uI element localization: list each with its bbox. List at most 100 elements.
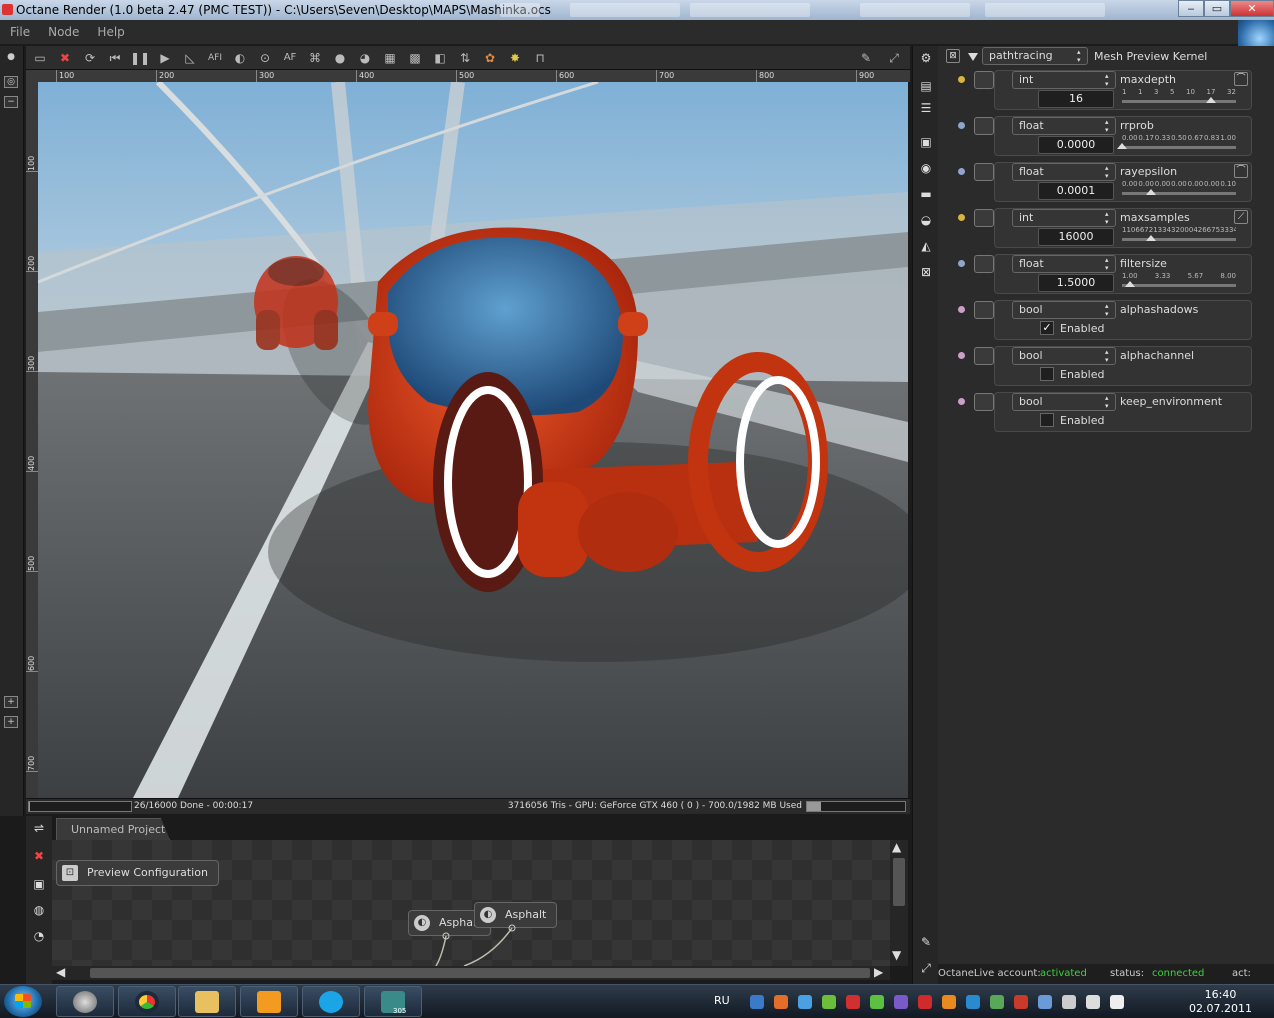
system-clock[interactable]: 16:40 02.07.2011: [1189, 988, 1252, 1016]
scrollbar-thumb[interactable]: [893, 858, 905, 906]
slider-rail[interactable]: [1122, 284, 1236, 287]
param-type-select[interactable]: bool: [1012, 301, 1116, 319]
param-slider[interactable]: 1.00 3.33 5.67 8.00: [1122, 272, 1236, 292]
settings-icon[interactable]: ⚙: [918, 50, 934, 66]
pin-dot-icon[interactable]: [958, 352, 965, 359]
slider-rail[interactable]: [1122, 238, 1236, 241]
list-icon[interactable]: ☰: [918, 100, 934, 116]
param-slider[interactable]: 1106672133432000426675333464000: [1122, 226, 1236, 246]
pin-icon[interactable]: ●: [4, 52, 18, 64]
color-icon[interactable]: ✿: [480, 49, 500, 67]
lock-icon[interactable]: ✸: [505, 49, 525, 67]
enabled-checkbox[interactable]: [1040, 413, 1054, 427]
param-value-field[interactable]: 0.0001: [1038, 182, 1114, 200]
restart-icon[interactable]: ⟳: [80, 49, 100, 67]
scrollbar-thumb[interactable]: [90, 968, 870, 978]
pin-dot-icon[interactable]: [958, 122, 965, 129]
scroll-up-icon[interactable]: ▲: [892, 840, 901, 854]
scroll-right-icon[interactable]: ▶: [874, 965, 883, 979]
pin-dot-icon[interactable]: [958, 306, 965, 313]
arrange-icon[interactable]: ⇌: [31, 820, 47, 836]
target-icon[interactable]: ◎: [4, 76, 18, 88]
param-type-select[interactable]: bool: [1012, 347, 1116, 365]
fullscreen-icon[interactable]: ⤢: [918, 960, 934, 976]
network-icon[interactable]: [1086, 995, 1100, 1009]
region-icon[interactable]: ▦: [380, 49, 400, 67]
node-preview-configuration[interactable]: ⊡ Preview Configuration: [56, 860, 219, 886]
tray-app-icon[interactable]: [1062, 995, 1076, 1009]
refresh-icon[interactable]: ◔: [31, 928, 47, 944]
checker-icon[interactable]: ▩: [405, 49, 425, 67]
param-value-field[interactable]: 16: [1038, 90, 1114, 108]
taskbar-app-skype[interactable]: [302, 986, 360, 1017]
pin-dot-icon[interactable]: [958, 398, 965, 405]
volume-icon[interactable]: [1110, 995, 1124, 1009]
sun-icon[interactable]: ◕: [355, 49, 375, 67]
wrench-icon[interactable]: ✎: [918, 934, 934, 950]
af-icon[interactable]: AF: [280, 49, 300, 67]
expand-icon[interactable]: +: [4, 696, 18, 708]
param-value-field[interactable]: 16000: [1038, 228, 1114, 246]
param-type-select[interactable]: int: [1012, 71, 1116, 89]
enabled-checkbox[interactable]: [1040, 367, 1054, 381]
param-slider[interactable]: 0.00 0.17 0.33 0.50 0.67 0.83 1.00: [1117, 134, 1236, 154]
tray-app-icon[interactable]: [1038, 995, 1052, 1009]
alpha-icon[interactable]: ◧: [430, 49, 450, 67]
maximize-button[interactable]: ▭: [1204, 0, 1230, 17]
curve-icon[interactable]: ⟋: [1234, 210, 1248, 224]
object-picker-icon[interactable]: ⊙: [255, 49, 275, 67]
fullscreen-icon[interactable]: ⤢: [884, 49, 904, 67]
autofocus-icon[interactable]: AFI: [205, 49, 225, 67]
slider-rail[interactable]: [1122, 100, 1236, 103]
tray-app-icon[interactable]: [846, 995, 860, 1009]
render-viewport[interactable]: [38, 82, 908, 798]
collapse-triangle-icon[interactable]: [968, 53, 978, 61]
pin-dot-icon[interactable]: [958, 260, 965, 267]
param-type-select[interactable]: float: [1012, 163, 1116, 181]
tray-app-icon[interactable]: [822, 995, 836, 1009]
taskbar-app-media-player[interactable]: [240, 986, 298, 1017]
taskbar-app-3dsmax[interactable]: 305: [364, 986, 422, 1017]
unlock-icon[interactable]: ⊓: [530, 49, 550, 67]
image-icon[interactable]: ▣: [918, 134, 934, 150]
layers-icon[interactable]: ▤: [918, 78, 934, 94]
pause-icon[interactable]: ❚❚: [130, 49, 150, 67]
node-asphalt[interactable]: ◐ Asphalt: [474, 902, 558, 928]
world-icon[interactable]: ●: [330, 49, 350, 67]
taskbar-app-chrome[interactable]: [118, 986, 176, 1017]
menu-help[interactable]: Help: [97, 25, 124, 39]
param-value-field[interactable]: 1.5000: [1038, 274, 1114, 292]
param-slider[interactable]: 0.00 0.00 0.00 0.00 0.00 0.00 0.10: [1122, 180, 1236, 200]
frame-icon[interactable]: ▭: [30, 49, 50, 67]
export-icon[interactable]: ⊠: [918, 264, 934, 280]
pick-focus-icon[interactable]: ◺: [180, 49, 200, 67]
tray-app-icon[interactable]: [774, 995, 788, 1009]
play-icon[interactable]: ▶: [155, 49, 175, 67]
taskbar-app-explorer[interactable]: [178, 986, 236, 1017]
tray-app-icon[interactable]: [918, 995, 932, 1009]
tray-app-icon[interactable]: [966, 995, 980, 1009]
pin-dot-icon[interactable]: [958, 168, 965, 175]
rewind-icon[interactable]: ⏮: [105, 49, 125, 67]
close-button[interactable]: ✕: [1230, 0, 1274, 17]
export-icon[interactable]: ⇅: [455, 49, 475, 67]
pin-dot-icon[interactable]: [958, 214, 965, 221]
start-button[interactable]: [4, 986, 42, 1017]
node-graph-horizontal-scrollbar[interactable]: ◀ ▶: [52, 965, 890, 980]
tray-app-icon[interactable]: [1014, 995, 1028, 1009]
enabled-checkbox[interactable]: ✓: [1040, 321, 1054, 335]
slider-knob[interactable]: [1145, 235, 1156, 241]
tray-app-icon[interactable]: [798, 995, 812, 1009]
environment-icon[interactable]: ◒: [918, 212, 934, 228]
tray-app-icon[interactable]: [894, 995, 908, 1009]
tray-app-icon[interactable]: [750, 995, 764, 1009]
language-indicator[interactable]: RU: [714, 994, 730, 1007]
tray-app-icon[interactable]: [942, 995, 956, 1009]
tray-app-icon[interactable]: [870, 995, 884, 1009]
camera-icon[interactable]: ◉: [918, 160, 934, 176]
slider-rail[interactable]: [1122, 146, 1236, 149]
tab-unnamed-project[interactable]: Unnamed Project: [56, 818, 170, 840]
node-graph-vertical-scrollbar[interactable]: ▲ ▼: [890, 840, 908, 966]
collapse-icon[interactable]: −: [4, 96, 18, 108]
material-picker-icon[interactable]: ◐: [230, 49, 250, 67]
